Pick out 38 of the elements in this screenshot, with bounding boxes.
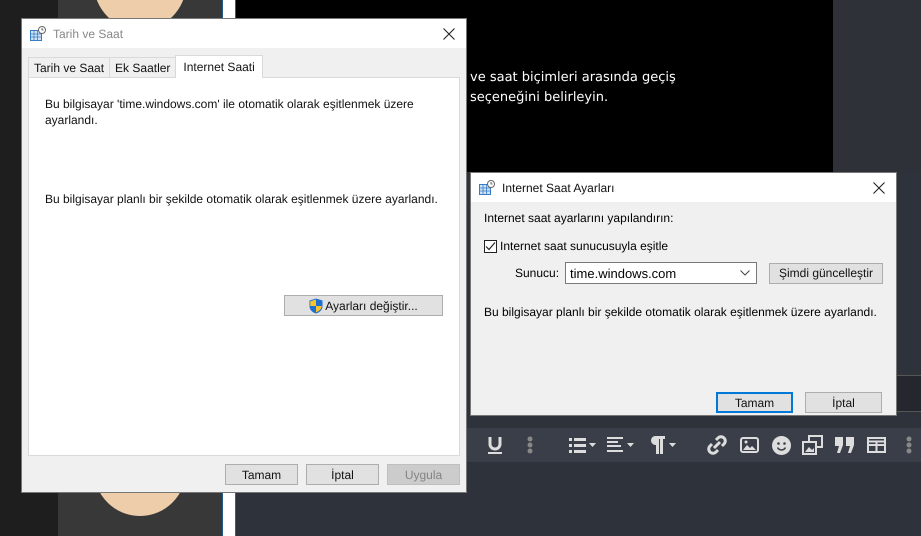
- paragraph-icon[interactable]: [649, 436, 677, 454]
- gallery-icon[interactable]: [802, 435, 823, 455]
- table-icon[interactable]: [867, 437, 886, 453]
- notice-text: seçeneğini belirleyin.: [470, 89, 610, 107]
- close-icon[interactable]: [443, 28, 455, 40]
- image-icon[interactable]: [740, 437, 759, 453]
- dialog-button[interactable]: İptal: [306, 464, 379, 485]
- calendar-clock-icon: [30, 26, 46, 42]
- align-icon[interactable]: [607, 437, 635, 453]
- calendar-clock-icon: [479, 180, 495, 196]
- schedule-text: Bu bilgisayar planlı bir şekilde otomatik olarak eşitlenmek üzere ayarlandı.: [45, 191, 439, 207]
- server-label: Sunucu:: [515, 266, 560, 280]
- notice-text: ve saat biçimleri arasında geçiş: [470, 69, 677, 87]
- checkbox-label: Internet saat sunucusuyla eşitle: [500, 239, 668, 253]
- close-icon[interactable]: [873, 182, 885, 194]
- list-icon[interactable]: [569, 437, 597, 453]
- tab[interactable]: Internet Saati: [175, 55, 263, 78]
- dialog-button[interactable]: Tamam: [716, 392, 793, 413]
- dialog-button[interactable]: Tamam: [225, 464, 298, 485]
- shield-icon: [309, 298, 324, 314]
- schedule-text: Bu bilgisayar planlı bir şekilde otomatik olarak eşitlenmek üzere ayarlandı.: [484, 304, 878, 320]
- window-title: Tarih ve Saat: [53, 26, 124, 40]
- dialog-button[interactable]: İptal: [805, 392, 882, 413]
- underline-icon[interactable]: [486, 435, 504, 455]
- more-icon[interactable]: [527, 436, 533, 454]
- window-title: Internet Saat Ayarları: [502, 180, 616, 194]
- sync-text: Bu bilgisayar 'time.windows.com' ile otomatik olarak eşitlenmek üzere ayarlandı.: [45, 96, 415, 128]
- update-now-button[interactable]: Şimdi güncelleştir: [769, 262, 883, 284]
- quote-icon[interactable]: [835, 437, 854, 453]
- change-settings-button[interactable]: Ayarları değiştir...: [284, 295, 443, 316]
- link-icon[interactable]: [707, 435, 727, 455]
- emoji-icon[interactable]: [772, 436, 791, 454]
- server-dropdown[interactable]: time.windows.com: [565, 262, 758, 284]
- heading-text: Internet saat ayarlarını yapılandırın:: [484, 210, 674, 226]
- checkbox[interactable]: [484, 240, 497, 252]
- chevron-down-icon: [740, 270, 750, 276]
- more-icon[interactable]: [906, 436, 912, 454]
- tab[interactable]: Tarih ve Saat: [28, 57, 110, 77]
